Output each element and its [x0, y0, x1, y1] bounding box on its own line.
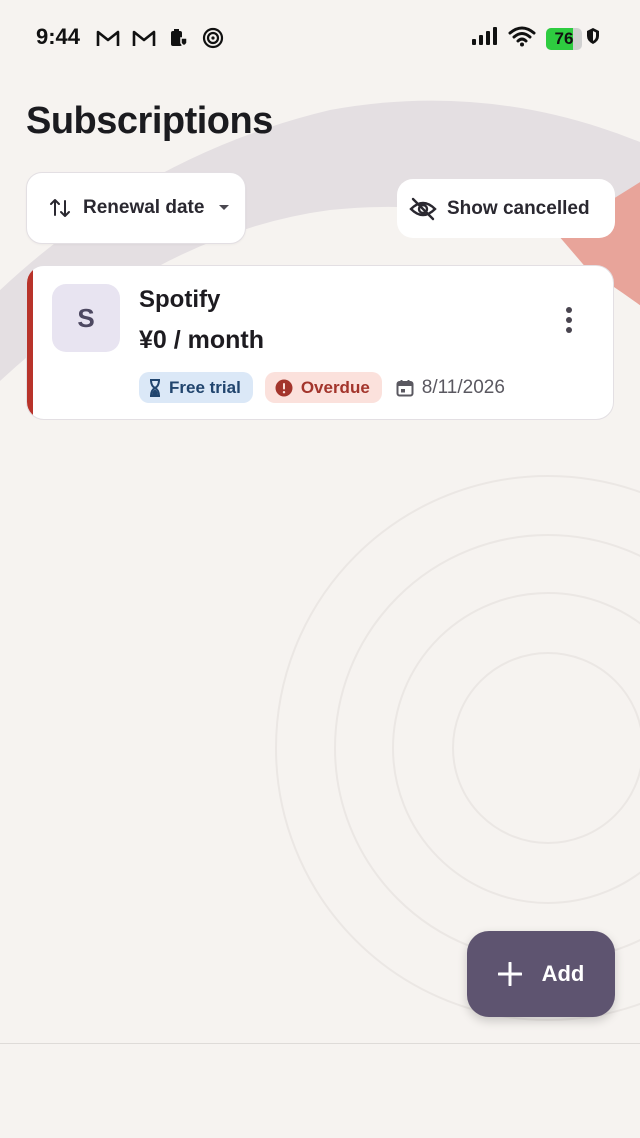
- add-subscription-button[interactable]: Add: [467, 931, 615, 1017]
- shield-icon: [586, 27, 600, 50]
- plus-icon: [497, 962, 522, 986]
- free-trial-badge: Free trial: [139, 372, 253, 403]
- page-title: Subscriptions: [26, 100, 273, 142]
- sort-label: Renewal date: [83, 197, 205, 218]
- status-time: 9:44: [36, 24, 81, 49]
- avatar: S: [52, 284, 120, 352]
- system-icons: 76: [470, 25, 600, 52]
- gmail-icon: [96, 28, 120, 48]
- battery-level: 76: [554, 28, 574, 48]
- status-bar: 9:44 76: [0, 0, 640, 76]
- show-cancelled-button[interactable]: Show cancelled: [397, 179, 615, 238]
- signal-icon: [470, 25, 498, 52]
- alert-circle-icon: [275, 379, 293, 397]
- clipboard-shield-icon: [168, 27, 190, 49]
- more-vert-icon: [565, 306, 573, 334]
- gmail-icon: [132, 28, 156, 48]
- free-trial-label: Free trial: [169, 377, 241, 397]
- dropdown-arrow-icon: [218, 204, 230, 212]
- spiral-icon: [202, 27, 224, 49]
- wifi-icon: [508, 25, 536, 52]
- bottom-divider: [0, 1043, 640, 1044]
- more-options-button[interactable]: [545, 300, 593, 340]
- sort-button[interactable]: Renewal date: [26, 172, 246, 244]
- notification-icons: [96, 27, 224, 49]
- add-label: Add: [541, 961, 585, 986]
- subscription-card[interactable]: S Spotify ¥0 / month Free trial Overdue …: [26, 265, 614, 420]
- swap-vertical-icon: [49, 196, 71, 220]
- subscription-price: ¥0 / month: [139, 326, 265, 354]
- overdue-accent-bar: [27, 266, 33, 419]
- battery-icon: 76: [546, 27, 582, 50]
- overdue-badge: Overdue: [264, 372, 382, 403]
- subscription-name: Spotify: [139, 286, 221, 313]
- renewal-date-text: 8/11/2026: [421, 376, 505, 398]
- overdue-label: Overdue: [300, 377, 370, 397]
- renewal-date: 8/11/2026: [396, 377, 505, 399]
- show-cancelled-label: Show cancelled: [447, 197, 590, 219]
- hourglass-icon: [149, 378, 161, 397]
- status-chips: Free trial Overdue 8/11/2026: [139, 372, 505, 403]
- eye-off-icon: [409, 197, 437, 221]
- calendar-icon: [396, 379, 414, 397]
